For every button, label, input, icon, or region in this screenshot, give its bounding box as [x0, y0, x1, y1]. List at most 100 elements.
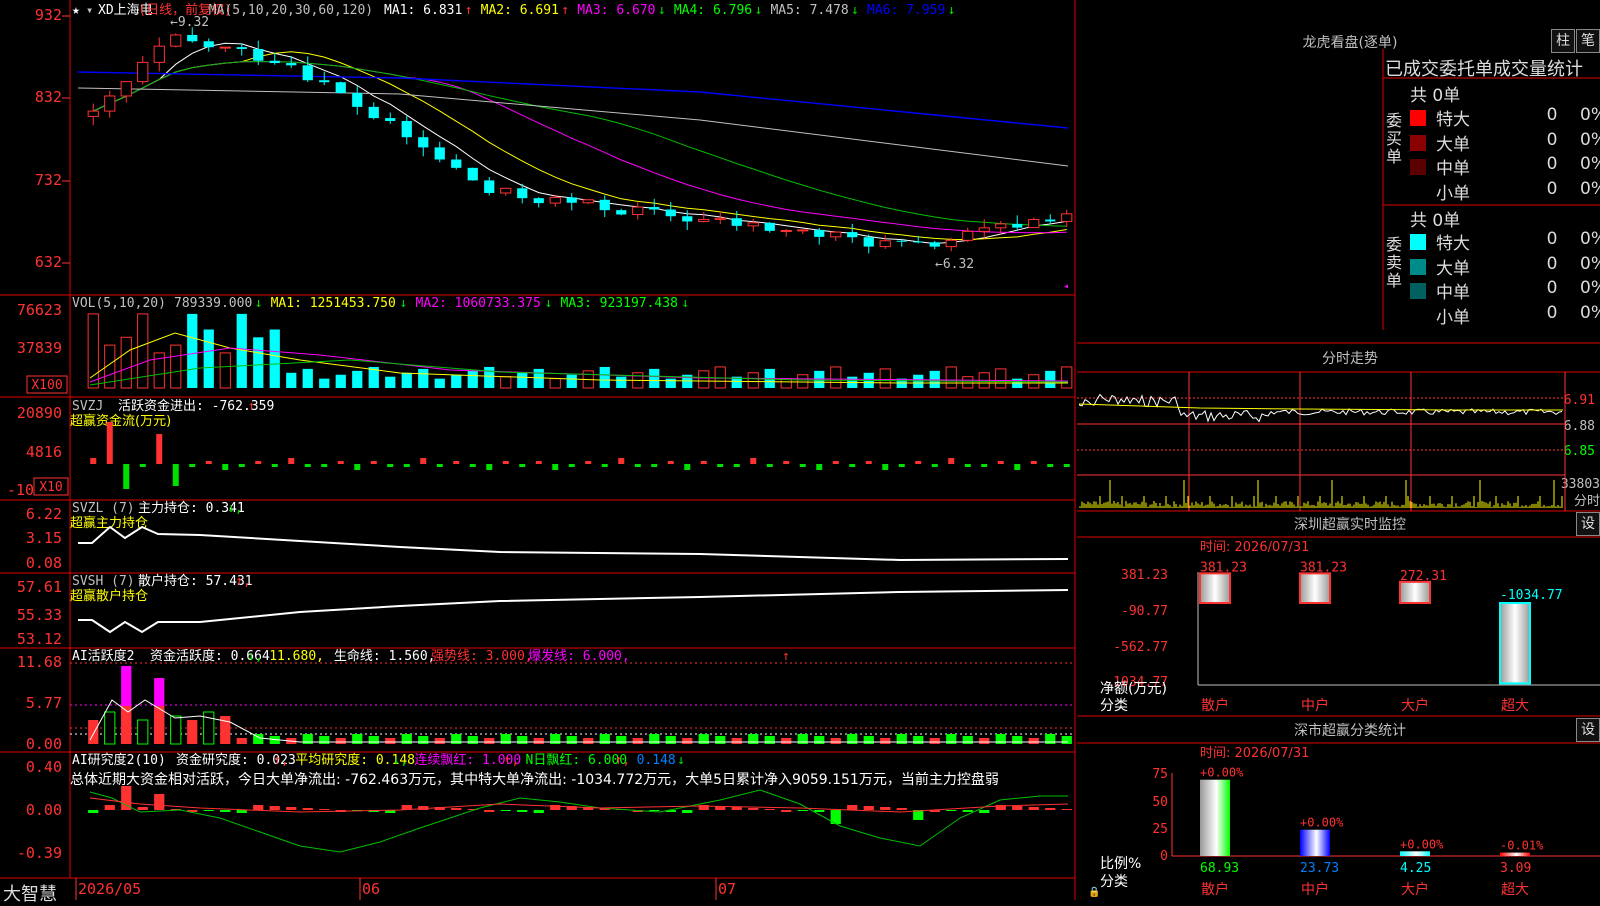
activity-bar	[880, 738, 891, 744]
monitor-category: 散户	[1201, 697, 1229, 714]
candle-up	[582, 199, 594, 204]
order-percent: 0%	[1580, 302, 1600, 323]
x-tick: 2026/05	[78, 880, 141, 898]
flow-bar	[981, 464, 988, 467]
research-bar	[1061, 809, 1072, 810]
vol-bar-down	[599, 366, 610, 388]
svzl-y-tick: 6.22	[26, 505, 62, 523]
vol-arrow: ↓	[400, 296, 408, 311]
flow-bar	[915, 461, 922, 464]
flow-bar	[948, 458, 955, 464]
candle-up	[1028, 219, 1040, 229]
ma-arrow: ↓	[658, 3, 666, 18]
activity-bar	[187, 720, 198, 744]
order-row: 大单 0 0%	[1410, 254, 1600, 279]
sell-orders-title: 委卖单	[1386, 235, 1403, 290]
candle-down	[484, 180, 495, 193]
intraday-price-tick: 6.91	[1564, 393, 1595, 408]
chart-canvas[interactable]: ★ ▾ XD上海电(日线，前复权)MA(5,10,20,30,60,120) MA1:…	[0, 0, 1600, 900]
flow-bar	[469, 464, 476, 467]
candle-down	[368, 106, 379, 119]
monitor-bar	[1299, 572, 1331, 605]
research-y-tick: -0.39	[17, 844, 62, 862]
activity-bar	[467, 736, 478, 744]
activity-bar	[533, 738, 544, 744]
research-bar	[203, 810, 214, 811]
sz-monitor-settings-button[interactable]: 设	[1576, 512, 1600, 536]
classify-change-label: +0.00%	[1400, 837, 1444, 851]
monitor-y-title: 净额(万元)	[1100, 681, 1167, 697]
flow-bar	[684, 464, 691, 470]
research-bar	[896, 808, 907, 810]
flow-bar	[700, 461, 707, 464]
flow-bar	[634, 464, 641, 467]
vol-bar-up	[500, 376, 512, 389]
classify-change-label: +0.00%	[1200, 766, 1244, 780]
ai-active-value: 11.680,	[269, 649, 324, 664]
ma-value: MA3: 6.670	[577, 3, 655, 18]
vol-y-tick: 37839	[17, 339, 62, 357]
flow-bar	[931, 464, 938, 467]
research-bar	[979, 810, 990, 813]
tab-pen-view[interactable]: 笔	[1576, 29, 1600, 53]
candle-up	[120, 81, 132, 97]
intraday-title: 分时走势	[1322, 351, 1378, 367]
activity-bar	[929, 738, 940, 744]
svsh-arrow: ↑,	[235, 574, 251, 589]
candle-down	[599, 199, 610, 211]
activity-bar	[665, 736, 676, 744]
activity-bar	[517, 736, 528, 744]
ai-research-value: 0.148	[637, 753, 676, 768]
research-bar	[533, 810, 544, 813]
ma6-line	[77, 71, 1069, 129]
order-type: 中单	[1436, 283, 1470, 303]
order-percent: 0%	[1580, 178, 1600, 199]
flow-bar	[964, 464, 971, 467]
ma-value: MA5: 7.478	[770, 3, 848, 18]
research-bar	[781, 810, 792, 812]
vol-bar-down	[467, 370, 478, 388]
svzj-y-tick: 20890	[17, 404, 62, 422]
flow-bar	[189, 464, 196, 467]
ai-y-tick: 5.77	[26, 694, 62, 712]
activity-bar	[236, 738, 247, 744]
vol-bar-down	[401, 372, 412, 388]
tab-bar-view[interactable]: 柱	[1551, 29, 1575, 53]
candle-down	[731, 218, 742, 226]
indicator-value: MA(5,10,20,30,60,120)	[209, 3, 373, 18]
monitor-y-tick: -90.77	[1121, 604, 1168, 619]
vol-bar-down	[319, 378, 330, 388]
sz-classify-settings-button[interactable]: 设	[1576, 718, 1600, 742]
flow-bar	[519, 464, 526, 467]
order-count: 0	[1546, 278, 1558, 298]
ai-research-header: AI研究度2(10)	[72, 752, 166, 768]
y-tick: 932	[35, 6, 62, 24]
candle-up	[797, 229, 809, 232]
research-bar	[1028, 807, 1039, 810]
ma-arrow: ↑	[465, 3, 473, 18]
monitor-category: 中户	[1301, 697, 1329, 714]
classify-category: 中户	[1301, 881, 1329, 898]
color-swatch	[1410, 234, 1426, 250]
candle-up	[830, 231, 842, 238]
flow-bar	[222, 464, 229, 470]
candle-down	[665, 209, 676, 217]
activity-bar	[566, 736, 577, 744]
candle-down	[467, 167, 478, 181]
vol-bar-down	[665, 378, 676, 388]
scroll-marker: ◂	[1063, 281, 1069, 292]
ai-active-value: 生命线: 1.560,	[334, 648, 436, 664]
activity-bar	[418, 736, 429, 744]
order-row: 小单 0 0%	[1410, 302, 1600, 328]
flow-bar	[799, 464, 806, 467]
classify-y-title: 比例%	[1100, 856, 1141, 872]
research-bar	[137, 807, 148, 810]
vol-bar-down	[566, 374, 577, 388]
y-tick: 632	[35, 253, 62, 271]
activity-bar	[368, 736, 379, 744]
candle-down	[203, 41, 214, 48]
svsh-header: SVSH (7)	[72, 574, 135, 589]
research-bar	[682, 810, 693, 813]
flow-bar	[420, 458, 427, 464]
candle-up	[500, 187, 512, 194]
